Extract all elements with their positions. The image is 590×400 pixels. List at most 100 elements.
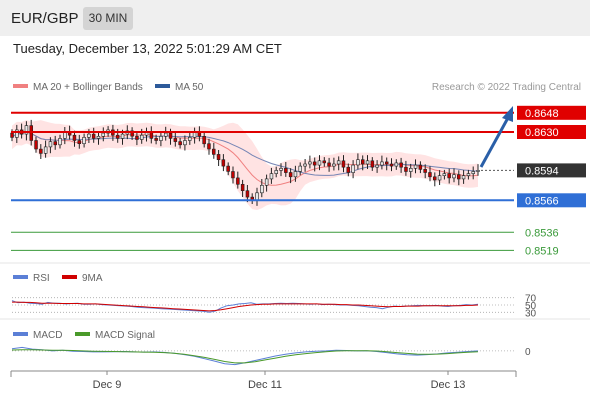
candle-body bbox=[442, 173, 447, 177]
candle-body bbox=[135, 136, 139, 140]
candle-body bbox=[29, 125, 33, 141]
macd-signal-legend-label: MACD Signal bbox=[95, 330, 155, 341]
candle-body bbox=[418, 164, 423, 170]
candle-body bbox=[461, 175, 466, 180]
ma50-legend-label: MA 50 bbox=[175, 82, 204, 93]
candle-body bbox=[53, 141, 57, 146]
candle-body bbox=[159, 136, 163, 141]
candle-body bbox=[101, 132, 106, 137]
candle-body bbox=[245, 190, 250, 198]
candle-body bbox=[173, 138, 178, 142]
macd-legend-swatch bbox=[13, 332, 28, 336]
candle-body bbox=[212, 148, 216, 155]
rsi-ma-legend-label: 9MA bbox=[82, 273, 103, 284]
candle-body bbox=[48, 141, 53, 148]
candle-body bbox=[255, 192, 259, 201]
candle-body bbox=[140, 134, 144, 140]
candle-body bbox=[164, 132, 168, 137]
forecast-arrow-head bbox=[502, 106, 513, 122]
candle-body bbox=[39, 148, 43, 154]
chart-widget: EUR/GBP 30 MIN Tuesday, December 13, 202… bbox=[0, 0, 590, 400]
candle-body bbox=[236, 177, 240, 185]
candle-body bbox=[447, 173, 451, 179]
candle-body bbox=[308, 161, 312, 165]
candle-body bbox=[399, 162, 403, 168]
candle-body bbox=[293, 171, 298, 178]
candle-body bbox=[231, 171, 235, 179]
candle-body bbox=[332, 163, 336, 167]
candle-body bbox=[269, 173, 274, 180]
candle-body bbox=[408, 168, 413, 172]
candle-body bbox=[375, 164, 379, 168]
level-label: 0.8519 bbox=[525, 245, 559, 257]
rsi-legend-swatch bbox=[13, 275, 28, 279]
candle-body bbox=[221, 159, 226, 167]
macd-signal-legend-swatch bbox=[75, 332, 90, 336]
candle-body bbox=[154, 138, 158, 141]
candle-body bbox=[456, 174, 461, 180]
level-label: 0.8536 bbox=[525, 227, 559, 239]
candle-body bbox=[226, 165, 230, 172]
candle-body bbox=[77, 140, 82, 145]
candle-body bbox=[466, 173, 471, 177]
candle-body bbox=[216, 154, 221, 160]
price-legend: MA 20 + Bollinger Bands MA 50 Research ©… bbox=[13, 82, 581, 93]
candle-body bbox=[183, 140, 187, 146]
candle-body bbox=[437, 175, 442, 181]
chart-svg: MA 20 + Bollinger Bands MA 50 Research ©… bbox=[0, 82, 590, 391]
candle-body bbox=[476, 170, 480, 172]
macd-legend-label: MACD bbox=[33, 330, 62, 341]
candle-body bbox=[351, 164, 355, 173]
candle-body bbox=[423, 169, 427, 173]
candle-body bbox=[10, 132, 14, 138]
candle-body bbox=[370, 160, 375, 168]
level-label: 0.8594 bbox=[525, 165, 559, 177]
candle-body bbox=[356, 159, 360, 166]
macd-tick-label: 0 bbox=[525, 347, 531, 358]
level-current: 0.8594 bbox=[481, 163, 586, 178]
candle-body bbox=[178, 141, 182, 146]
level-target: 0.8519 bbox=[11, 245, 559, 257]
candle-body bbox=[279, 168, 283, 171]
candle-body bbox=[168, 132, 173, 139]
time-label-dec11: Dec 11 bbox=[248, 379, 282, 391]
macd-line bbox=[11, 346, 479, 366]
rsi-panel: 705030 bbox=[11, 294, 537, 319]
time-axis: Dec 9 Dec 11 Dec 13 bbox=[10, 370, 517, 391]
candle-body bbox=[202, 136, 206, 145]
price-panel bbox=[10, 119, 480, 210]
candle-body bbox=[428, 172, 432, 178]
candle-body bbox=[188, 137, 192, 141]
candle-body bbox=[72, 134, 77, 141]
candle-body bbox=[327, 162, 331, 167]
candle-body bbox=[404, 166, 408, 172]
macd-legend: MACD MACD Signal bbox=[13, 330, 155, 341]
candle-body bbox=[471, 171, 475, 174]
candle-body bbox=[389, 163, 394, 167]
level-target: 0.8536 bbox=[11, 227, 559, 239]
candle-body bbox=[120, 133, 125, 139]
ma50-legend-swatch bbox=[155, 84, 170, 88]
candle-body bbox=[284, 168, 288, 173]
candle-body bbox=[317, 160, 322, 166]
candle-body bbox=[413, 164, 418, 169]
candle-body bbox=[115, 134, 120, 139]
candle-body bbox=[58, 138, 62, 146]
candle-body bbox=[322, 160, 326, 164]
candle-body bbox=[365, 160, 370, 165]
rsi-tick-label: 30 bbox=[525, 308, 537, 319]
candle-body bbox=[43, 146, 48, 154]
ma20-legend-label: MA 20 + Bollinger Bands bbox=[33, 82, 143, 93]
rsi-legend: RSI 9MA bbox=[13, 273, 103, 284]
candle-body bbox=[34, 140, 38, 150]
level-support: 0.8566 bbox=[11, 193, 586, 208]
time-label-dec13: Dec 13 bbox=[431, 379, 466, 391]
candle-body bbox=[274, 170, 278, 174]
candle-body bbox=[87, 133, 91, 138]
copyright-text: Research © 2022 Trading Central bbox=[432, 82, 581, 93]
candle-body bbox=[336, 160, 341, 165]
candle-body bbox=[341, 160, 346, 168]
rsi-ma-legend-swatch bbox=[62, 275, 77, 279]
candle-body bbox=[303, 163, 307, 167]
level-label: 0.8630 bbox=[525, 127, 559, 139]
